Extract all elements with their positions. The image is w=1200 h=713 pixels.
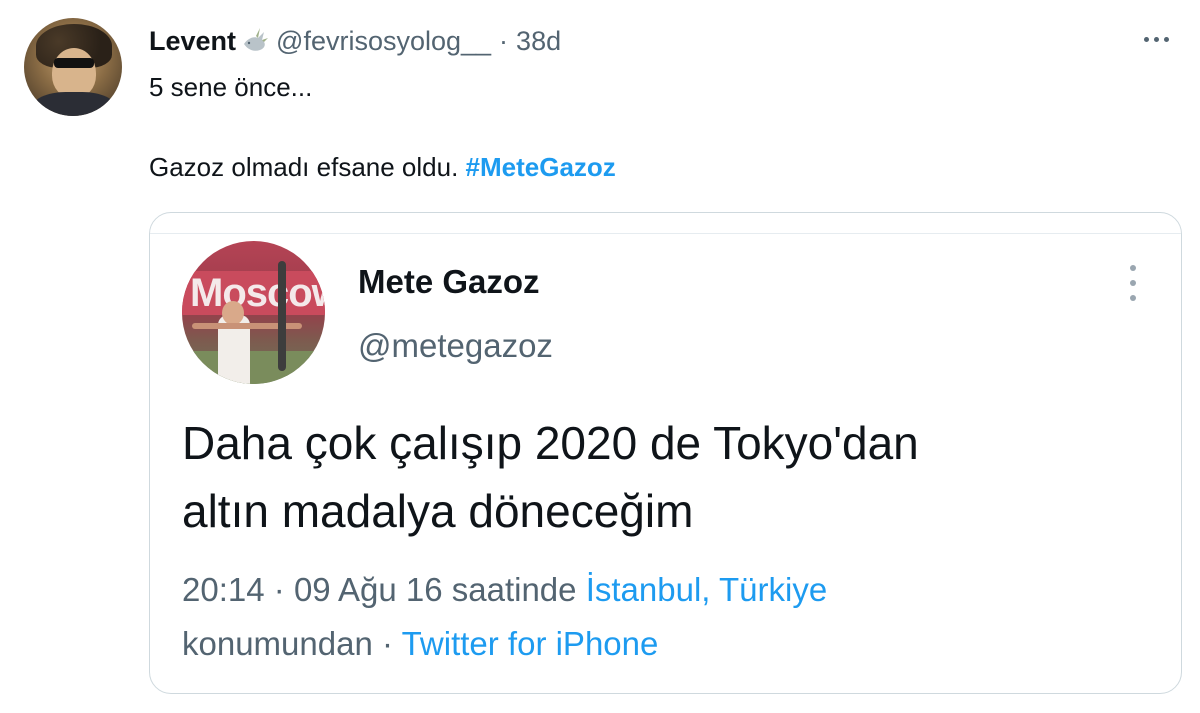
author-display-name[interactable]: Levent <box>149 26 236 57</box>
tweet: Levent @fevrisosyolog__ · 38d 5 sene önc… <box>0 0 1200 713</box>
hashtag-link[interactable]: #MeteGazoz <box>466 152 616 182</box>
author-avatar[interactable] <box>24 18 122 116</box>
quoted-location-link[interactable]: İstanbul, Türkiye <box>586 571 828 608</box>
tweet-text-line1: 5 sene önce... <box>149 72 313 102</box>
tweet-text-line2: Gazoz olmadı efsane oldu. #MeteGazoz <box>149 152 616 183</box>
quoted-avatar[interactable]: Moscow <box>182 241 325 384</box>
quoted-source-link[interactable]: Twitter for iPhone <box>402 625 659 662</box>
quoted-date: 09 Ağu 16 saatinde <box>293 571 577 608</box>
dove-icon <box>238 26 270 56</box>
more-horizontal-icon[interactable] <box>1136 24 1176 54</box>
quoted-text-line1: Daha çok çalışıp 2020 de Tokyo'dan <box>182 417 919 469</box>
quoted-avatar-text: Moscow <box>190 271 325 315</box>
quoted-display-name[interactable]: Mete Gazoz <box>358 263 540 301</box>
quoted-handle[interactable]: @metegazoz <box>358 327 553 365</box>
quoted-meta-sep: · <box>273 571 285 608</box>
quoted-location-suffix: konumundan <box>182 625 373 662</box>
quoted-meta-sep-2: · <box>382 625 393 662</box>
more-vertical-icon[interactable] <box>1127 265 1139 301</box>
header-separator: · <box>499 25 509 56</box>
tweet-age[interactable]: 38d <box>516 26 561 57</box>
quoted-time: 20:14 <box>182 571 265 608</box>
tweet-header: Levent @fevrisosyolog__ · 38d <box>149 24 561 58</box>
tweet-text: Gazoz olmadı efsane oldu. <box>149 152 459 182</box>
quoted-tweet-card[interactable]: Moscow Mete Gazoz @metegazoz Daha çok ça… <box>149 212 1182 694</box>
author-handle[interactable]: @fevrisosyolog__ <box>276 26 491 57</box>
quoted-text-line2: altın madalya döneceğim <box>182 485 694 537</box>
quoted-text: Daha çok çalışıp 2020 de Tokyo'dan altın… <box>182 409 1142 545</box>
quoted-meta: 20:14 · 09 Ağu 16 saatinde İstanbul, Tür… <box>182 563 1142 671</box>
card-top-divider <box>150 233 1181 237</box>
